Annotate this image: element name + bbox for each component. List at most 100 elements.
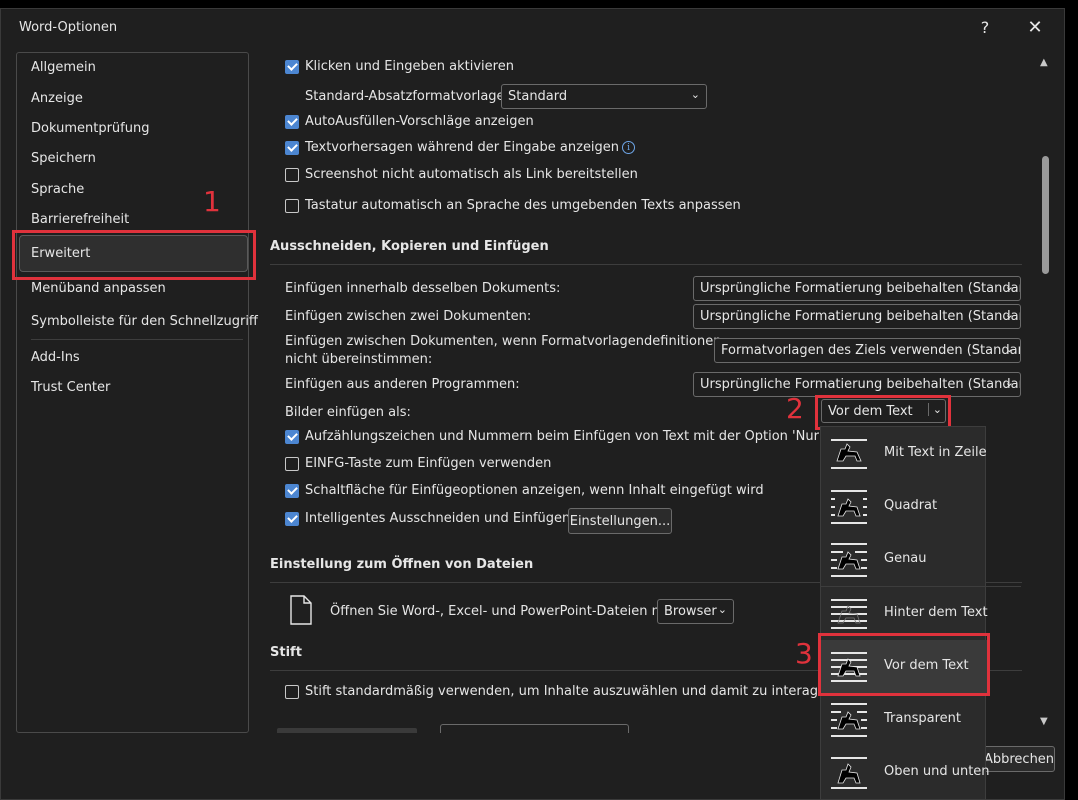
wrap-option-label: Mit Text in Zeile (884, 445, 987, 460)
scroll-down-arrow-icon[interactable]: ▼ (1040, 716, 1048, 727)
checkbox-unchecked[interactable] (285, 198, 299, 213)
option-label: Textvorhersagen während der Eingabe anze… (305, 140, 620, 155)
dropdown-value: Ursprüngliche Formatierung beibehalten (… (700, 309, 1021, 324)
picture-layout-popup: Mit Text in Zeile Quadrat Genau Hinter d… (820, 426, 1021, 800)
option-insert-key[interactable]: EINFG-Taste zum Einfügen verwenden (285, 456, 551, 471)
callout-number-1: 1 (203, 185, 221, 218)
section-heading-open-files: Einstellung zum Öffnen von Dateien (270, 557, 534, 572)
option-bullets-keep-text[interactable]: Aufzählungszeichen und Nummern beim Einf… (285, 429, 878, 444)
option-autofill[interactable]: AutoAusfüllen-Vorschläge anzeigen (285, 114, 534, 129)
wrap-option-label: Hinter dem Text (884, 605, 988, 620)
option-label: Stift standardmäßig verwenden, um Inhalt… (305, 684, 851, 699)
chevron-down-icon: ⌄ (717, 603, 727, 616)
dropdown-value: Browser (664, 604, 717, 619)
section-heading-cut-copy-paste: Ausschneiden, Kopieren und Einfügen (270, 239, 549, 254)
square-wrap-icon (831, 490, 867, 524)
option-text-predictions[interactable]: Textvorhersagen während der Eingabe anze… (285, 140, 636, 155)
scroll-up-arrow-icon[interactable]: ▲ (1040, 57, 1048, 68)
option-label: Schaltfläche für Einfügeoptionen anzeige… (305, 483, 764, 498)
highlight-box-vor-dem-text (818, 633, 990, 696)
option-label: Screenshot nicht automatisch als Link be… (305, 167, 638, 182)
option-smart-cut-paste[interactable]: Intelligentes Ausschneiden und Einfügen … (285, 511, 587, 526)
option-label: Aufzählungszeichen und Nummern beim Einf… (305, 429, 878, 444)
smart-cut-settings-button[interactable]: Einstellungen... (568, 508, 672, 534)
wrap-option-square[interactable]: Quadrat (821, 480, 987, 533)
wrap-option-through[interactable]: Transparent (821, 693, 987, 746)
tight-wrap-icon (831, 543, 867, 577)
through-wrap-icon (831, 703, 867, 737)
cancel-button[interactable]: Abbrechen (983, 746, 1055, 772)
checkbox-checked[interactable] (285, 429, 299, 444)
default-style-dropdown[interactable]: Standard ⌄ (501, 84, 707, 109)
option-label: EINFG-Taste zum Einfügen verwenden (305, 456, 552, 471)
callout-number-3: 3 (795, 637, 813, 670)
file-icon (290, 595, 312, 625)
option-click-and-type[interactable]: Klicken und Eingeben aktivieren (285, 59, 514, 74)
sidebar-item-dokumentpruefung[interactable]: Dokumentprüfung (31, 121, 149, 136)
behind-text-icon (831, 599, 867, 629)
chevron-down-icon: ⌄ (690, 88, 700, 101)
title-bar: Word-Optionen ? ✕ (1, 9, 1064, 47)
sidebar-item-menueband[interactable]: Menüband anpassen (31, 281, 166, 296)
paste-between-docs-label: Einfügen zwischen zwei Dokumenten: (285, 309, 532, 324)
callout-number-2: 2 (786, 392, 804, 425)
checkbox-checked[interactable] (285, 140, 299, 155)
default-style-label: Standard-Absatzformatvorlage: (305, 89, 509, 104)
option-keyboard-language[interactable]: Tastatur automatisch an Sprache des umge… (285, 198, 741, 213)
dialog-title: Word-Optionen (19, 20, 118, 35)
wrap-option-label: Quadrat (884, 498, 938, 513)
option-label: Tastatur automatisch an Sprache des umge… (305, 198, 741, 213)
wrap-option-top-bottom[interactable]: Oben und unten (821, 746, 990, 799)
sidebar-item-anzeige[interactable]: Anzeige (31, 91, 83, 106)
dropdown-value: Ursprüngliche Formatierung beibehalten (… (700, 281, 1021, 296)
option-default-pen[interactable]: Stift standardmäßig verwenden, um Inhalt… (285, 684, 851, 699)
help-button[interactable]: ? (971, 15, 999, 41)
checkbox-unchecked[interactable] (285, 167, 299, 182)
chevron-down-icon: ⌄ (1004, 376, 1014, 389)
sidebar-divider (31, 339, 243, 340)
paste-conflict-label-line1: Einfügen zwischen Dokumenten, wenn Forma… (285, 334, 722, 349)
dropdown-value: Standard (508, 89, 568, 104)
close-button[interactable]: ✕ (1021, 15, 1049, 41)
content-scrollbar[interactable]: ▲ ▼ (1037, 52, 1053, 733)
checkbox-checked[interactable] (285, 483, 299, 498)
sidebar-item-barrierefreiheit[interactable]: Barrierefreiheit (31, 212, 129, 227)
clipped-dropdown[interactable] (440, 724, 629, 733)
open-files-dropdown[interactable]: Browser ⌄ (657, 599, 734, 624)
checkbox-checked[interactable] (285, 114, 299, 129)
paste-within-doc-dropdown[interactable]: Ursprüngliche Formatierung beibehalten (… (693, 276, 1021, 301)
wrap-option-label: Transparent (884, 711, 961, 726)
paste-within-doc-label: Einfügen innerhalb desselben Dokuments: (285, 281, 561, 296)
open-files-label: Öffnen Sie Word-, Excel- und PowerPoint-… (330, 604, 678, 619)
option-paste-options-button[interactable]: Schaltfläche für Einfügeoptionen anzeige… (285, 483, 764, 498)
wrap-option-inline[interactable]: Mit Text in Zeile (821, 427, 987, 480)
paste-between-docs-dropdown[interactable]: Ursprüngliche Formatierung beibehalten (… (693, 304, 1021, 329)
sidebar-item-speichern[interactable]: Speichern (31, 151, 96, 166)
option-label: Klicken und Eingeben aktivieren (305, 59, 514, 74)
sidebar-item-trust-center[interactable]: Trust Center (31, 380, 110, 395)
highlight-box-erweitert (12, 230, 256, 280)
option-screenshot-link[interactable]: Screenshot nicht automatisch als Link be… (285, 167, 638, 182)
paste-conflict-dropdown[interactable]: Formatvorlagen des Ziels verwenden (Stan… (714, 338, 1021, 363)
section-divider (270, 264, 1022, 265)
info-icon[interactable]: i (622, 141, 636, 154)
chevron-down-icon: ⌄ (1004, 308, 1014, 321)
paste-other-programs-dropdown[interactable]: Ursprüngliche Formatierung beibehalten (… (693, 372, 1021, 397)
sidebar-item-allgemein[interactable]: Allgemein (31, 60, 96, 75)
sidebar-item-sprache[interactable]: Sprache (31, 182, 84, 197)
checkbox-checked[interactable] (285, 511, 299, 526)
highlight-box-dropdown (815, 395, 951, 430)
checkbox-checked[interactable] (285, 59, 299, 74)
insert-pictures-label: Bilder einfügen als: (285, 405, 411, 420)
wrap-option-tight[interactable]: Genau (821, 533, 987, 586)
wrap-option-label: Genau (884, 551, 927, 566)
checkbox-unchecked[interactable] (285, 684, 299, 699)
scroll-thumb[interactable] (1042, 156, 1049, 274)
checkbox-unchecked[interactable] (285, 456, 299, 471)
sidebar-item-schnellzugriff[interactable]: Symbolleiste für den Schnellzugriff (31, 314, 258, 329)
wrap-option-label: Oben und unten (884, 764, 990, 779)
options-sidebar: Allgemein Anzeige Dokumentprüfung Speich… (16, 52, 258, 733)
dropdown-value: Formatvorlagen des Ziels verwenden (Stan… (721, 343, 1021, 358)
clipped-section-heading (277, 728, 417, 733)
sidebar-item-add-ins[interactable]: Add-Ins (31, 350, 80, 365)
